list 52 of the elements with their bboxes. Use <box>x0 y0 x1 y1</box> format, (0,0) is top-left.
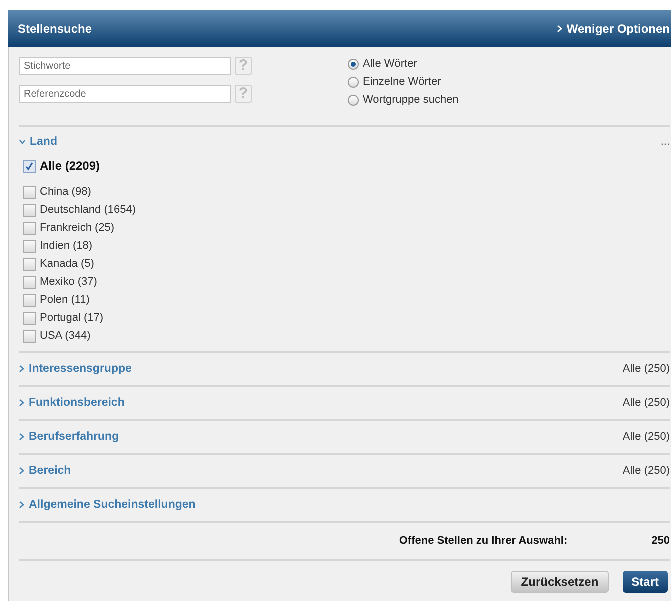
chevron-right-icon <box>19 501 25 509</box>
section-summary: Alle (250) <box>622 397 670 409</box>
section-toggle[interactable]: Funktionsbereich <box>19 397 125 409</box>
chevron-right-icon <box>19 467 25 475</box>
checkbox-label: Mexiko (37) <box>40 276 98 288</box>
radio-button[interactable] <box>348 94 359 106</box>
checkbox[interactable] <box>23 294 36 306</box>
section-toggle[interactable]: Bereich <box>19 465 72 477</box>
checkbox[interactable] <box>23 330 36 342</box>
chevron-right-icon <box>19 433 25 441</box>
checkbox-label: Alle (2209) <box>40 159 100 173</box>
reset-button[interactable]: Zurücksetzen <box>511 571 609 593</box>
checkbox-label: Indien (18) <box>40 240 93 252</box>
options-toggle-link[interactable]: Weniger Optionen <box>556 22 671 36</box>
checkbox[interactable] <box>23 222 36 234</box>
radio-label: Wortgruppe suchen <box>363 94 459 106</box>
checkbox[interactable] <box>23 204 36 216</box>
chevron-right-icon <box>19 365 25 373</box>
checkbox[interactable] <box>23 160 36 172</box>
more-link[interactable]: ... <box>660 136 670 148</box>
start-button[interactable]: Start <box>622 571 668 593</box>
text-input-field[interactable]: Stichworte <box>19 57 231 75</box>
checkbox[interactable] <box>23 240 36 252</box>
section-summary: Alle (250) <box>622 363 670 375</box>
page-title: Stellensuche <box>18 22 92 36</box>
checkbox[interactable] <box>23 312 36 324</box>
section-summary: Alle (250) <box>622 465 670 477</box>
checkbox[interactable] <box>23 276 36 288</box>
checkbox-label: Kanada (5) <box>40 258 94 270</box>
section-toggle[interactable]: Interessensgruppe <box>19 363 132 375</box>
result-label: Offene Stellen zu Ihrer Auswahl: <box>399 535 568 547</box>
radio-label: Alle Wörter <box>363 58 418 70</box>
checkbox-label: Portugal (17) <box>40 312 104 324</box>
checkbox-label: Polen (11) <box>40 294 90 306</box>
checkbox-label: China (98) <box>40 186 92 198</box>
chevron-right-icon <box>556 24 563 32</box>
chevron-down-icon <box>19 139 26 145</box>
result-count: 250 <box>652 535 670 547</box>
radio-label: Einzelne Wörter <box>363 76 442 88</box>
checkbox[interactable] <box>23 258 36 270</box>
checkbox-label: Frankreich (25) <box>40 222 115 234</box>
checkbox-label: USA (344) <box>40 330 91 342</box>
section-toggle[interactable]: Allgemeine Sucheinstellungen <box>19 499 196 511</box>
text-input-field[interactable]: Referenzcode <box>19 85 231 103</box>
checkbox[interactable] <box>23 186 36 198</box>
section-summary: Alle (250) <box>622 431 670 443</box>
section-toggle[interactable]: Land <box>19 136 58 148</box>
radio-button[interactable] <box>348 58 359 70</box>
checkbox-label: Deutschland (1654) <box>40 204 136 216</box>
chevron-right-icon <box>19 399 25 407</box>
radio-button[interactable] <box>348 76 359 88</box>
section-toggle[interactable]: Berufserfahrung <box>19 431 120 443</box>
